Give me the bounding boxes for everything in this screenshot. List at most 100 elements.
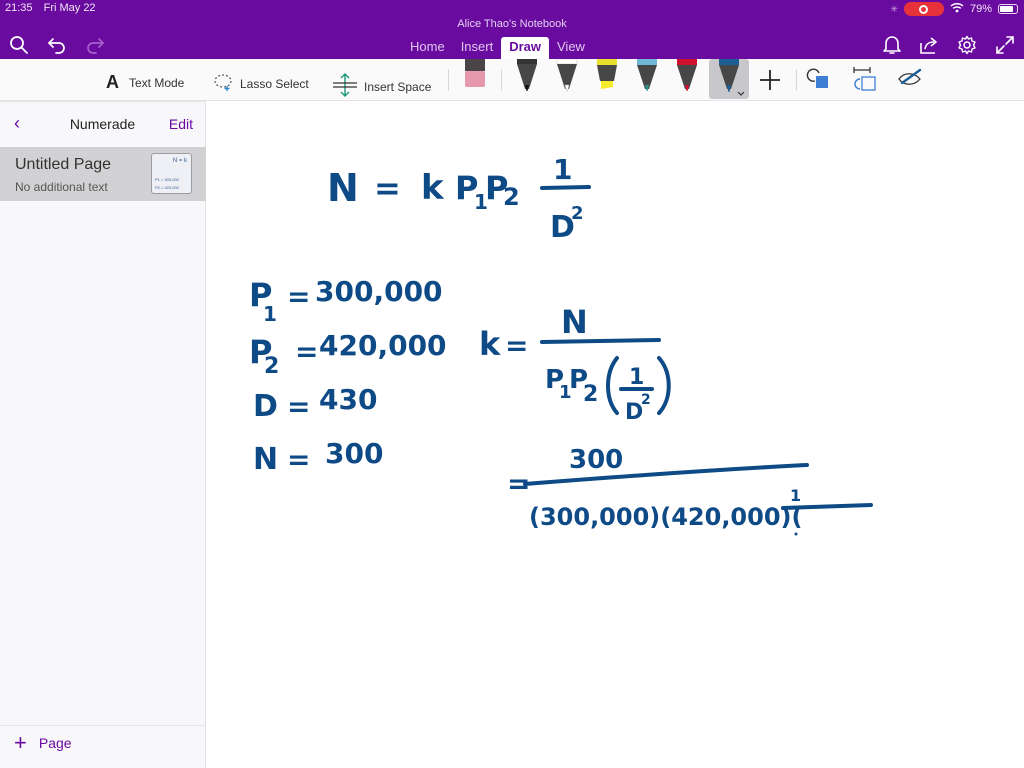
ink-tail-1: 1 [790,486,801,505]
divider [0,725,206,726]
ink-numerator-1: 1 [553,153,572,186]
shapes-icon[interactable] [806,67,836,105]
ink-inner-D-sup: 2 [641,392,651,408]
fraction-bar [540,185,591,190]
ink-numerator-300: 300 [569,445,623,475]
tab-view[interactable]: View [549,37,593,59]
text-mode-icon: A [106,72,119,92]
toolbar-divider [501,69,502,91]
lasso-select-label: Lasso Select [240,76,309,91]
ink-N-value: 300 [325,437,383,470]
ink-equals: = [287,390,310,423]
ink-equals: = [287,443,310,476]
insert-space-button[interactable]: Insert Space [332,72,431,101]
share-icon[interactable] [918,34,940,56]
notification-bell-icon[interactable] [881,34,903,56]
k-formula: k = N P 1 P 2 1 D 2 [479,303,671,425]
thumb-line: N = k [172,158,187,164]
white-pen-tool[interactable] [552,58,582,97]
tab-draw[interactable]: Draw [501,37,549,59]
ink-P2-var-sub: 2 [264,354,279,379]
tab-home[interactable]: Home [402,37,453,59]
text-mode-label: Text Mode [129,75,185,90]
ink-k: k [421,168,445,208]
insert-space-icon [332,72,358,101]
redo-icon[interactable] [84,34,106,56]
given-values: P 1 = 300,000 P 2 = 420,000 D = 430 N = … [249,275,447,477]
battery-icon [998,4,1018,14]
add-page-button[interactable]: + Page [14,730,72,756]
right-paren [657,356,671,415]
lasso-icon [212,72,234,95]
lasso-select-button[interactable]: Lasso Select [212,72,309,95]
teal-pen-tool[interactable] [632,59,662,97]
eraser-tool[interactable] [460,59,490,97]
status-time: 21:35 [5,2,33,14]
undo-icon[interactable] [46,34,68,56]
handwritten-ink: N = k P 1 P 2 1 D 2 P 1 = 300,000 P 2 = … [249,153,873,536]
ink-N-numerator: N [561,303,588,341]
add-pen-button[interactable] [757,67,787,105]
ink-P1-value: 300,000 [315,275,443,308]
plus-icon: + [14,730,27,755]
ink-dot [794,532,798,536]
ink-k: k [479,325,501,363]
text-mode-button[interactable]: A Text Mode [106,72,184,93]
ink-P2-sub: 2 [583,382,598,407]
ribbon-tabs: Home Insert Draw View [402,37,593,59]
thumb-line: P2 = 420,000 [155,185,179,190]
fraction-bar [540,338,661,344]
notebook-title: Alice Thao's Notebook [457,18,567,30]
status-bar-right: ✳ 79% [890,1,1018,17]
blue-pen-tool-selected[interactable] [709,59,749,99]
ink-N-var: N [253,442,278,477]
page-title: Untitled Page [15,156,112,173]
edit-button[interactable]: Edit [169,116,193,132]
substitution: = 300 (300,000)(420,000)( 1 [507,445,873,536]
battery-fill [1000,6,1013,12]
convert-ink-to-shape-icon[interactable] [850,65,880,103]
search-icon[interactable] [8,34,30,56]
ink-equals: = [287,280,310,313]
fullscreen-expand-icon[interactable] [994,34,1016,56]
tab-insert[interactable]: Insert [453,37,502,59]
ink-P2-value: 420,000 [319,329,447,362]
insert-space-label: Insert Space [364,79,432,94]
wifi-icon [950,2,964,16]
draw-toolbar: A Text Mode Lasso Select Insert Space [0,58,1024,103]
page-list-item[interactable]: Untitled Page No additional text N = k P… [0,147,206,201]
ink-D-sup: 2 [571,203,584,224]
black-pen-tool[interactable] [512,59,542,97]
ink-D-value: 430 [319,383,377,416]
ink-P1-var-sub: 1 [263,302,277,326]
battery-percent: 79% [969,3,992,15]
left-paren [606,356,619,415]
top-bar: 21:35 Fri May 22 ✳ 79% Alice Thao's Note… [0,0,1024,59]
fraction-bar [523,463,809,486]
status-bar-left: 21:35 Fri May 22 [5,2,104,14]
ink-N: N [327,166,359,210]
record-icon [919,4,929,14]
red-pen-tool[interactable] [672,59,702,97]
page-list-sidebar: ‹ Numerade Edit Untitled Page No additio… [0,101,206,768]
ink-equals: = [374,169,401,207]
ink-P2-sub: 2 [503,183,520,211]
loading-spinner-icon: ✳ [890,3,898,14]
settings-gear-icon[interactable] [956,34,978,56]
yellow-highlighter-tool[interactable] [592,59,622,97]
ink-equals: = [505,329,528,362]
ink-to-math-icon[interactable] [896,67,926,105]
ink-D-var: D [253,389,278,424]
toolbar-divider [448,69,449,91]
screen-recording-indicator[interactable] [903,2,944,16]
status-date: Fri May 22 [43,2,96,14]
ink-inner-1: 1 [629,365,644,390]
sidebar-header: ‹ Numerade Edit [0,101,205,147]
note-canvas[interactable]: N = k P 1 P 2 1 D 2 P 1 = 300,000 P 2 = … [207,101,1024,768]
main-formula: N = k P 1 P 2 1 D 2 [327,153,591,245]
add-page-label: Page [38,735,72,751]
ink-equals: = [295,335,318,368]
ink-denominator: (300,000)(420,000)( [529,503,802,531]
page-preview-text: No additional text [15,180,108,194]
thumb-line: P1 = 300,000 [155,177,179,182]
